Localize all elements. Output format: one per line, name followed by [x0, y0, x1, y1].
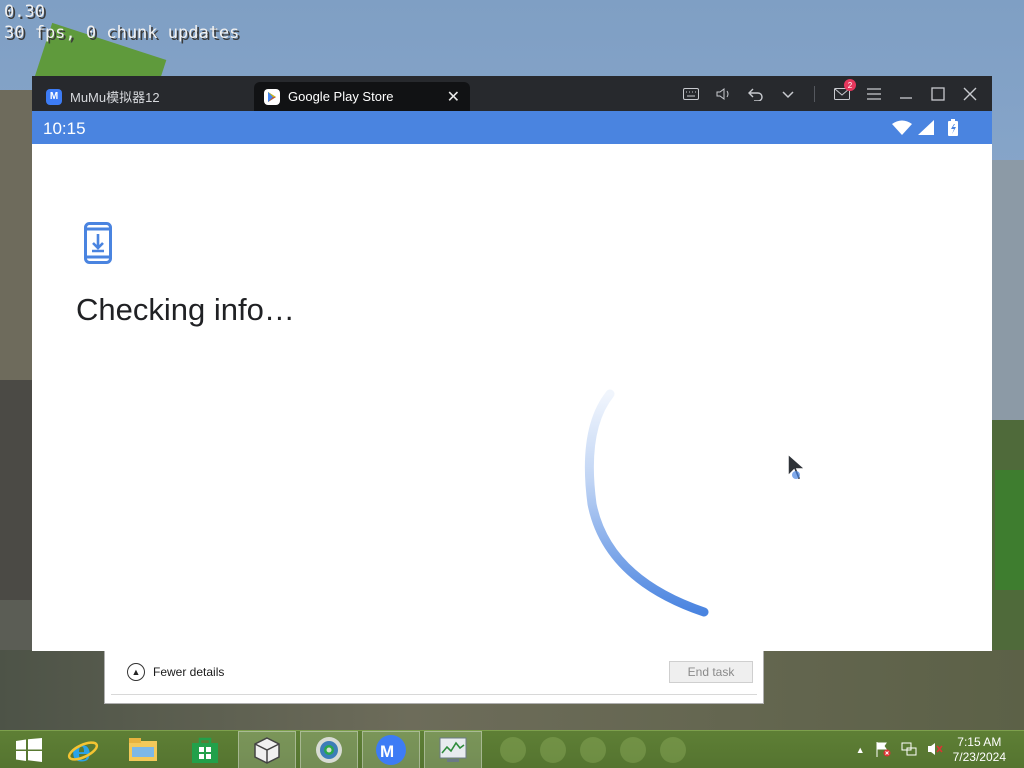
battery-icon [948, 119, 958, 141]
wifi-icon [892, 120, 912, 140]
file-explorer-icon[interactable] [114, 731, 172, 768]
chrome-icon[interactable] [300, 731, 358, 768]
mail-badge: 2 [844, 79, 856, 91]
clock-time: 7:15 AM [957, 735, 1002, 749]
signal-icon [918, 120, 934, 140]
mumu-logo-icon: M [46, 88, 62, 105]
tray-overflow-icon[interactable]: ▲ [856, 745, 865, 755]
mouse-cursor [786, 452, 808, 489]
system-tray: ▲ 7:15 AM 7/23/2024 [856, 731, 1006, 768]
emulator-window: M MuMu模拟器12 Google Play Store ✕ 2 10:15 … [32, 76, 992, 651]
volume-muted-icon[interactable] [927, 741, 943, 760]
chevron-down-icon[interactable] [777, 83, 799, 105]
tab-play-store[interactable]: Google Play Store ✕ [254, 82, 470, 111]
emulator-titlebar: M MuMu模拟器12 Google Play Store ✕ 2 [32, 76, 992, 111]
keyboard-icon[interactable] [680, 83, 702, 105]
page-title: Checking info… [76, 292, 295, 327]
debug-fps: 30 fps, 0 chunk updates [4, 23, 240, 43]
windows-taskbar: e M ▲ 7:15 AM 7/23/2024 [0, 730, 1024, 768]
phone-download-icon [84, 222, 112, 269]
menu-icon[interactable] [863, 83, 885, 105]
svg-text:M: M [380, 742, 394, 761]
back-icon[interactable] [745, 83, 767, 105]
android-status-bar: 10:15 [32, 111, 992, 144]
mumu-icon[interactable]: M [362, 731, 420, 768]
play-store-content: Checking info… [32, 144, 992, 651]
task-manager-icon[interactable] [424, 731, 482, 768]
tab-mumu-label: MuMu模拟器12 [70, 90, 160, 105]
volume-icon[interactable] [713, 83, 735, 105]
internet-explorer-icon[interactable]: e [54, 731, 112, 768]
tab-close-icon[interactable]: ✕ [447, 87, 460, 107]
maximize-icon[interactable] [927, 83, 949, 105]
game-debug-overlay: 0.30 30 fps, 0 chunk updates [4, 2, 239, 44]
close-icon[interactable] [959, 83, 981, 105]
system-clock[interactable]: 7:15 AM 7/23/2024 [953, 735, 1006, 765]
end-task-button[interactable]: End task [669, 661, 753, 683]
store-icon[interactable] [176, 731, 234, 768]
clock-date: 7/23/2024 [952, 750, 1006, 764]
tab-play-store-label: Google Play Store [288, 89, 394, 104]
network-icon[interactable] [901, 741, 917, 760]
tab-mumu[interactable]: M MuMu模拟器12 [46, 82, 256, 111]
play-store-icon [264, 88, 280, 105]
mail-icon[interactable]: 2 [831, 79, 856, 105]
fewer-details-toggle[interactable]: ▲ Fewer details [127, 663, 224, 681]
minimize-icon[interactable] [895, 83, 917, 105]
debug-version: 0.30 [4, 2, 45, 22]
fewer-details-label: Fewer details [153, 665, 225, 679]
app-cube-icon[interactable] [238, 731, 296, 768]
start-icon[interactable] [0, 731, 58, 768]
loading-spinner [552, 384, 792, 649]
chevron-up-icon: ▲ [127, 663, 145, 681]
action-center-flag-icon[interactable] [875, 741, 891, 760]
status-time: 10:15 [43, 119, 86, 138]
